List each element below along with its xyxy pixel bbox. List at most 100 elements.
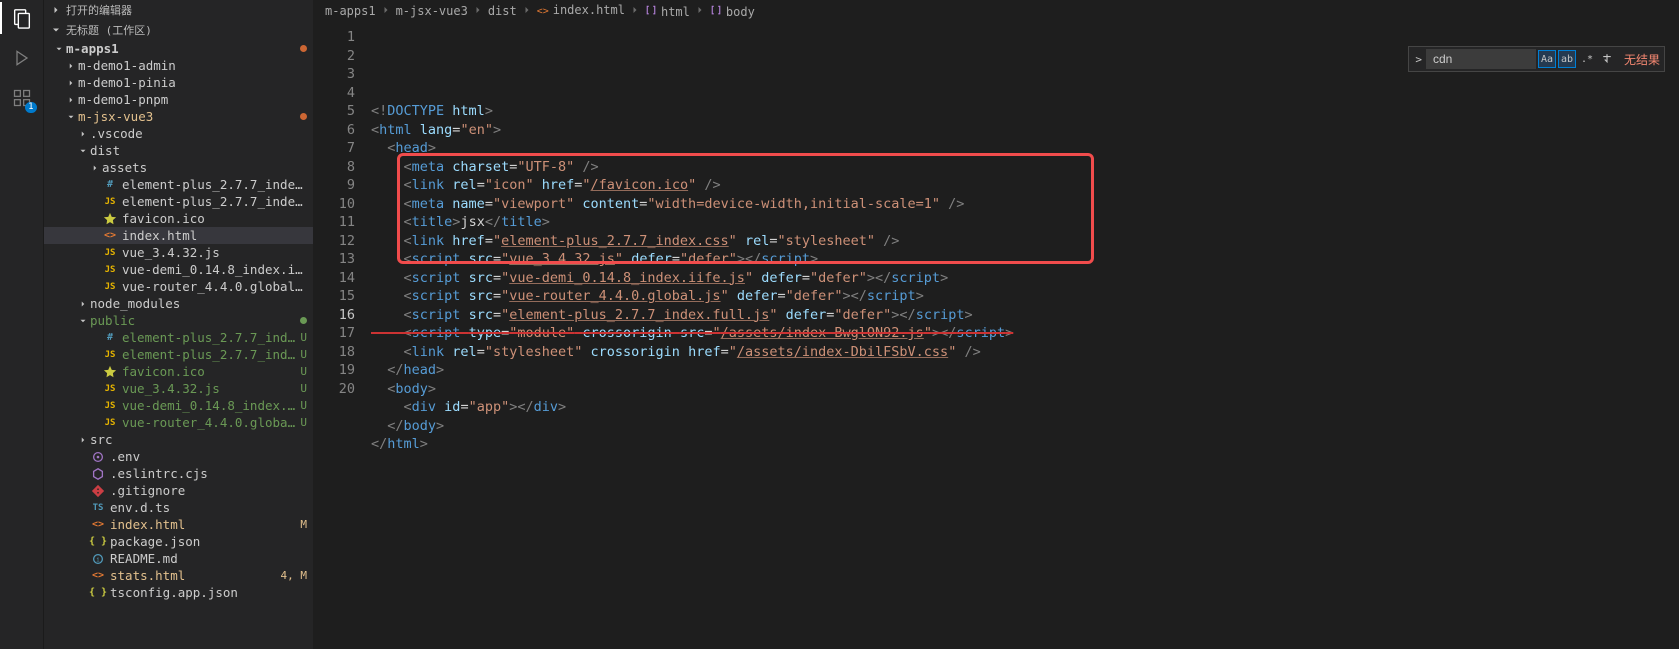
tree-folder[interactable]: m-demo1-admin (44, 57, 313, 74)
js-file-icon: JS (102, 248, 118, 258)
tree-label: stats.html (110, 568, 281, 583)
extensions-icon[interactable]: 1 (10, 86, 34, 110)
line-number: 18 (313, 343, 355, 362)
tree-file[interactable]: JSvue_3.4.32.js (44, 244, 313, 261)
breadcrumb-item[interactable]: dist (488, 4, 517, 18)
tree-folder[interactable]: assets (44, 159, 313, 176)
tree-file[interactable]: { }package.json (44, 533, 313, 550)
tree-folder[interactable]: .vscode (44, 125, 313, 142)
tree-file[interactable]: TSenv.d.ts (44, 499, 313, 516)
status-dot-icon (300, 317, 307, 324)
chevron-right-icon (76, 129, 90, 139)
tree-file[interactable]: { }tsconfig.app.json (44, 584, 313, 601)
find-input[interactable] (1426, 49, 1536, 69)
code-line[interactable]: <link rel="stylesheet" crossorigin href=… (371, 343, 1667, 362)
chevron-down-icon (50, 24, 62, 36)
tree-folder[interactable]: m-demo1-pinia (44, 74, 313, 91)
tree-file[interactable]: <>index.html (44, 227, 313, 244)
eslint-file-icon (90, 467, 106, 481)
tree-file[interactable]: favicon.icoU (44, 363, 313, 380)
extensions-badge: 1 (25, 102, 36, 113)
chevron-right-icon (629, 4, 641, 19)
tree-label: tsconfig.app.json (110, 585, 307, 600)
line-number: 15 (313, 287, 355, 306)
tree-file[interactable]: #element-plus_2.7.7_index.cssU (44, 329, 313, 346)
breadcrumb-item[interactable]: <>index.html (537, 3, 625, 20)
tree-file[interactable]: JSelement-plus_2.7.7_index.full.js (44, 193, 313, 210)
js-file-icon: JS (102, 401, 118, 411)
code-line[interactable]: </html> (371, 435, 1667, 454)
tree-file[interactable]: .eslintrc.cjs (44, 465, 313, 482)
tree-folder[interactable]: node_modules (44, 295, 313, 312)
scm-status: M (300, 518, 307, 531)
tree-file[interactable]: favicon.ico (44, 210, 313, 227)
tree-file[interactable]: iREADME.md (44, 550, 313, 567)
chevron-down-icon (64, 112, 78, 122)
tree-folder[interactable]: m-demo1-pnpm (44, 91, 313, 108)
tree-folder[interactable]: m-jsx-vue3 (44, 108, 313, 125)
code-line[interactable]: <script src="element-plus_2.7.7_index.fu… (371, 306, 1667, 325)
chevron-right-icon (694, 4, 706, 19)
tree-file[interactable]: JSvue-demi_0.14.8_index.iife.jsU (44, 397, 313, 414)
match-case-toggle[interactable]: Aa (1538, 50, 1556, 68)
tree-file[interactable]: <>stats.html4, M (44, 567, 313, 584)
code-line[interactable]: <meta name="viewport" content="width=dev… (371, 195, 1667, 214)
regex-toggle[interactable]: .* (1578, 50, 1596, 68)
tree-folder[interactable]: src (44, 431, 313, 448)
explorer-icon[interactable] (10, 6, 34, 30)
tree-file[interactable]: .env (44, 448, 313, 465)
code-line[interactable]: </body> (371, 417, 1667, 436)
code-line[interactable]: <script type="module" crossorigin src="/… (371, 324, 1667, 343)
tree-folder[interactable]: m-apps1 (44, 40, 313, 57)
chevron-right-icon (521, 4, 533, 19)
line-number-gutter: 1234567891011121314151617181920 (313, 22, 371, 649)
chevron-right-icon (76, 299, 90, 309)
code-line[interactable]: <title>jsx</title> (371, 213, 1667, 232)
code-line[interactable]: <script src="vue-router_4.4.0.global.js"… (371, 287, 1667, 306)
tree-label: element-plus_2.7.7_index.full.js (122, 194, 307, 209)
code-line[interactable]: <link rel="icon" href="/favicon.ico" /> (371, 176, 1667, 195)
js-file-icon: JS (102, 282, 118, 292)
line-number: 4 (313, 84, 355, 103)
breadcrumb-item[interactable]: html (645, 4, 690, 19)
favicon-file-icon (102, 365, 118, 379)
line-number: 3 (313, 65, 355, 84)
js-file-icon: JS (102, 418, 118, 428)
chevron-right-icon (88, 163, 102, 173)
workspace-section[interactable]: 无标题 (工作区) (44, 20, 313, 40)
chevron-right-icon (50, 4, 62, 16)
tree-file[interactable]: JSvue-router_4.4.0.global.js (44, 278, 313, 295)
tree-file[interactable]: #element-plus_2.7.7_index.css (44, 176, 313, 193)
breadcrumb-item[interactable]: body (710, 4, 755, 19)
code-content[interactable]: <!DOCTYPE html><html lang="en"> <head> <… (371, 22, 1679, 649)
tree-label: m-apps1 (66, 41, 300, 56)
code-line[interactable]: <div id="app"></div> (371, 398, 1667, 417)
code-line[interactable]: </head> (371, 361, 1667, 380)
tree-file[interactable]: <>index.htmlM (44, 516, 313, 533)
tree-file[interactable]: JSelement-plus_2.7.7_index.full.jsU (44, 346, 313, 363)
tree-file[interactable]: JSvue-demi_0.14.8_index.iife.js (44, 261, 313, 278)
find-next-icon[interactable] (1598, 52, 1616, 67)
code-line[interactable]: <link href="element-plus_2.7.7_index.css… (371, 232, 1667, 251)
tree-folder[interactable]: dist (44, 142, 313, 159)
tree-file[interactable]: JSvue_3.4.32.jsU (44, 380, 313, 397)
code-line[interactable]: <body> (371, 380, 1667, 399)
code-line[interactable]: <html lang="en"> (371, 121, 1667, 140)
code-line[interactable]: <meta charset="UTF-8" /> (371, 158, 1667, 177)
breadcrumb[interactable]: m-apps1 m-jsx-vue3 dist <>index.html html bod… (313, 0, 1679, 22)
editor-scroll[interactable]: > Aa ab .* 无结果 1234567891011121314151617… (313, 22, 1679, 649)
open-editors-section[interactable]: 打开的编辑器 (44, 0, 313, 20)
tree-folder[interactable]: public (44, 312, 313, 329)
run-icon[interactable] (10, 46, 34, 70)
breadcrumb-item[interactable]: m-jsx-vue3 (396, 4, 468, 18)
code-line[interactable]: <head> (371, 139, 1667, 158)
file-tree[interactable]: m-apps1m-demo1-adminm-demo1-piniam-demo1… (44, 40, 313, 649)
tree-file[interactable]: JSvue-router_4.4.0.global.jsU (44, 414, 313, 431)
code-line[interactable]: <script src="vue_3.4.32.js" defer="defer… (371, 250, 1667, 269)
tree-file[interactable]: .gitignore (44, 482, 313, 499)
whole-word-toggle[interactable]: ab (1558, 50, 1576, 68)
breadcrumb-item[interactable]: m-apps1 (325, 4, 376, 18)
code-line[interactable]: <!DOCTYPE html> (371, 102, 1667, 121)
find-prefix-icon[interactable]: > (1413, 53, 1424, 66)
code-line[interactable]: <script src="vue-demi_0.14.8_index.iife.… (371, 269, 1667, 288)
